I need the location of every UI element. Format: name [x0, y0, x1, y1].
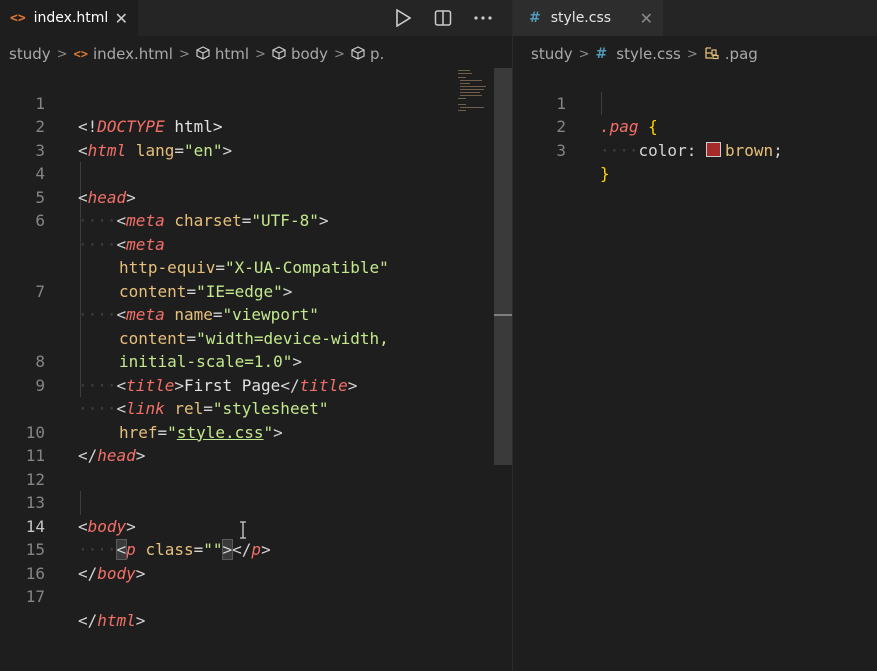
- code-line: 1 <!DOCTYPE html>: [0, 68, 512, 137]
- breadcrumb-item-p[interactable]: p.: [351, 45, 384, 63]
- breadcrumb: study > # style.css > .pag: [513, 42, 877, 66]
- code-editor-index-html[interactable]: 1 <!DOCTYPE html> 2 <html lang="en"> 3 4…: [0, 68, 512, 671]
- code-line: 1 .pag {: [513, 68, 877, 137]
- code-line: 3: [0, 115, 512, 160]
- chevron-right-icon: >: [686, 46, 698, 62]
- html-file-icon: <>: [73, 47, 88, 61]
- breadcrumb-item-file[interactable]: <> index.html: [74, 45, 173, 63]
- color-swatch[interactable]: [705, 141, 721, 157]
- breadcrumb-label: style.css: [616, 45, 681, 63]
- css-file-icon: #: [529, 10, 541, 26]
- code-line: 11: [0, 421, 512, 465]
- code-line-wrap: href="style.css">: [119, 422, 283, 442]
- close-icon[interactable]: ✕: [115, 9, 128, 28]
- chevron-right-icon: >: [56, 46, 68, 62]
- code-line-wrap: content="width=device-width,: [119, 328, 389, 348]
- breadcrumb-label: .pag: [724, 45, 758, 63]
- breadcrumb-item-body[interactable]: body: [272, 45, 328, 63]
- code-line-wrap: content="IE=edge">: [119, 281, 293, 301]
- mouse-ibeam-cursor-icon: [239, 521, 247, 539]
- breadcrumb-item-selector[interactable]: .pag: [704, 45, 758, 63]
- code-line: 3 }: [513, 115, 877, 184]
- code-line: 9 ····<link rel="stylesheet": [0, 350, 512, 419]
- tab-index-html[interactable]: <> index.html ✕: [0, 0, 138, 36]
- close-icon[interactable]: ✕: [640, 9, 653, 28]
- code-line: 5 ····<meta charset="UTF-8">: [0, 162, 512, 231]
- left-tab-bar: <> index.html ✕: [0, 0, 512, 36]
- breadcrumb-item-study[interactable]: study: [531, 45, 573, 63]
- code-line: 2 <html lang="en">: [0, 92, 512, 160]
- breadcrumb: study > <> index.html > html > body > p.: [0, 42, 512, 66]
- breadcrumb-label: index.html: [92, 45, 173, 63]
- tab-label: index.html: [33, 10, 109, 26]
- symbol-element-icon: [351, 45, 365, 63]
- code-line-wrap: initial-scale=1.0">: [119, 352, 303, 371]
- chevron-right-icon: >: [255, 46, 266, 62]
- breadcrumb-label: html: [214, 45, 250, 63]
- tab-label: style.css: [550, 10, 612, 26]
- minimap[interactable]: [454, 68, 490, 116]
- code-line: 17 </html>: [0, 562, 512, 630]
- vertical-scrollbar[interactable]: [494, 68, 512, 465]
- breadcrumb-item-file[interactable]: # style.css: [596, 45, 681, 63]
- html-file-icon: <>: [10, 10, 26, 26]
- chevron-right-icon: >: [178, 46, 190, 62]
- left-editor-group: <> index.html ✕ study > <> index.html > h…: [0, 0, 513, 671]
- code-line: 6 ····<meta: [0, 186, 512, 254]
- symbol-element-icon: [272, 45, 286, 63]
- right-editor-group: # style.css ✕ study > # style.css > .pag …: [513, 0, 877, 671]
- chevron-right-icon: >: [334, 46, 345, 62]
- line-number: 3: [556, 140, 566, 160]
- more-icon[interactable]: [472, 15, 494, 21]
- symbol-class-icon: [704, 46, 720, 63]
- breadcrumb-label: p.: [369, 45, 385, 63]
- breadcrumb-label: study: [9, 45, 51, 63]
- run-icon[interactable]: [392, 9, 414, 27]
- line-number: 17: [25, 587, 45, 606]
- code-line: 2 ····color: brown;: [513, 92, 877, 160]
- breadcrumb-label: study: [531, 45, 573, 63]
- split-editor-icon[interactable]: [432, 9, 454, 27]
- code-line: 13 <body>: [0, 468, 512, 536]
- breadcrumb-item-html[interactable]: html: [196, 45, 249, 63]
- css-file-icon: #: [595, 46, 608, 62]
- code-line: 4 <head>: [0, 139, 512, 207]
- editor-actions: [392, 0, 494, 36]
- breadcrumb-label: body: [290, 45, 329, 63]
- symbol-element-icon: [196, 45, 210, 63]
- code-line: 8 ····<title>First Page</title>: [0, 327, 512, 395]
- tab-style-css[interactable]: # style.css ✕: [513, 0, 663, 36]
- code-line: 10 </head>: [0, 397, 512, 466]
- code-line: 7 ····<meta name="viewport": [0, 256, 512, 325]
- breadcrumb-item-study[interactable]: study: [9, 45, 51, 63]
- code-line: 12: [0, 444, 512, 489]
- code-line-active: 14 ····<p class=""></p>: [0, 491, 512, 560]
- code-line-wrap: http-equiv="X-UA-Compatible": [119, 258, 389, 277]
- code-line: 16: [0, 538, 512, 583]
- code-line: 15 </body>: [0, 515, 512, 583]
- scrollbar-cursor-marker: [494, 314, 512, 316]
- code-editor-style-css[interactable]: 1 .pag { 2 ····color: brown; 3 }: [513, 68, 877, 671]
- chevron-right-icon: >: [578, 46, 590, 62]
- right-tab-bar: # style.css ✕: [513, 0, 877, 36]
